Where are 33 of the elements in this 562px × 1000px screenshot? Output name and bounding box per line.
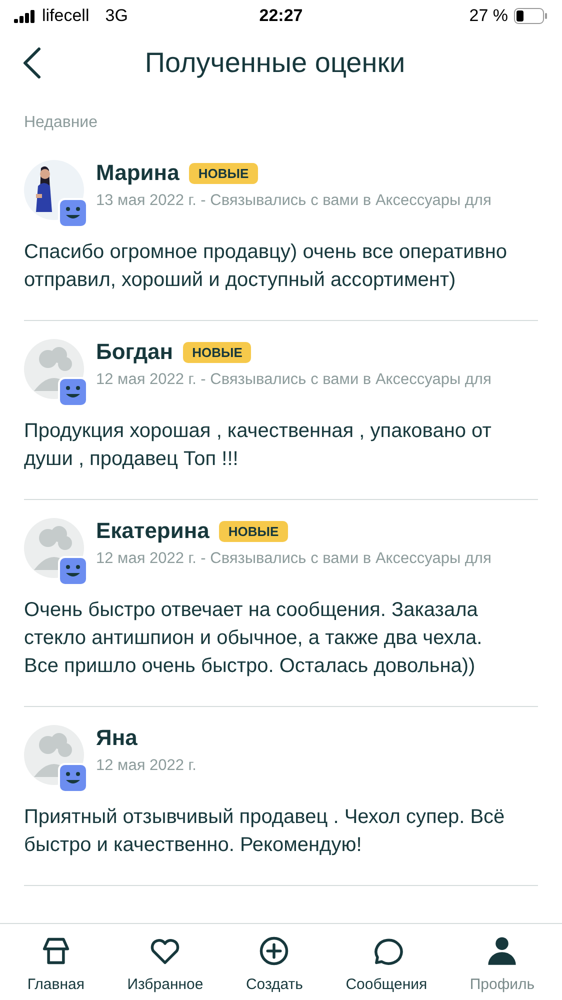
review-meta: 13 мая 2022 г. - Связывались с вами в Аксессуары для — [96, 192, 492, 210]
chevron-left-icon — [22, 46, 42, 80]
smiley-icon — [58, 556, 88, 586]
carrier-name: lifecell — [42, 6, 90, 26]
reviewer-name: Богдан — [96, 339, 174, 365]
network-type: 3G — [105, 6, 128, 26]
battery-icon — [514, 8, 548, 24]
section-heading: Недавние — [23, 113, 99, 133]
nav-tab[interactable]: Создать — [246, 934, 303, 992]
reviewer-name: Екатерина — [96, 518, 210, 544]
page-title: Полученные оценки — [144, 47, 406, 79]
review-text: Спасибо огромное продавцу) очень все оперативно отправил, хороший и доступный ассортимент) — [24, 240, 508, 293]
nav-tab[interactable]: Избранное — [127, 934, 204, 992]
review-meta: 12 мая 2022 г. — [96, 757, 196, 775]
smiley-icon — [58, 198, 88, 228]
clock-time: 22:27 — [259, 6, 303, 26]
review-meta: 12 мая 2022 г. - Связывались с вами в Аксессуары для — [96, 550, 492, 568]
reviewer-name: Марина — [96, 160, 180, 186]
signal-icon — [14, 9, 36, 23]
review-meta: 12 мая 2022 г. - Связывались с вами в Аксессуары для — [96, 371, 492, 389]
smiley-icon — [58, 763, 88, 793]
new-badge: НОВЫЕ — [219, 520, 288, 542]
smiley-icon — [58, 377, 88, 407]
review-text: Приятный отзывчивый продавец . Чехол супер. Всё быстро и качественно. Рекомендую! — [24, 805, 506, 858]
battery-percent: 27 % — [469, 6, 508, 26]
review-text: Продукция хорошая , качественная , упаковано от души , продавец Топ !!! — [24, 419, 492, 472]
new-badge: НОВЫЕ — [183, 342, 252, 362]
nav-tab[interactable]: Профиль — [470, 934, 535, 992]
nav-tab[interactable]: Сообщения — [346, 934, 428, 992]
new-badge: НОВЫЕ — [189, 162, 258, 184]
reviewer-name: Яна — [96, 725, 138, 751]
review-text: Очень быстро отвечает на сообщения. Заказала стекло антишпион и обычное, а также два чехла. Все пришло очень быстро. Осталась довольна)) — [24, 598, 484, 679]
nav-tab[interactable]: Главная — [27, 934, 84, 992]
